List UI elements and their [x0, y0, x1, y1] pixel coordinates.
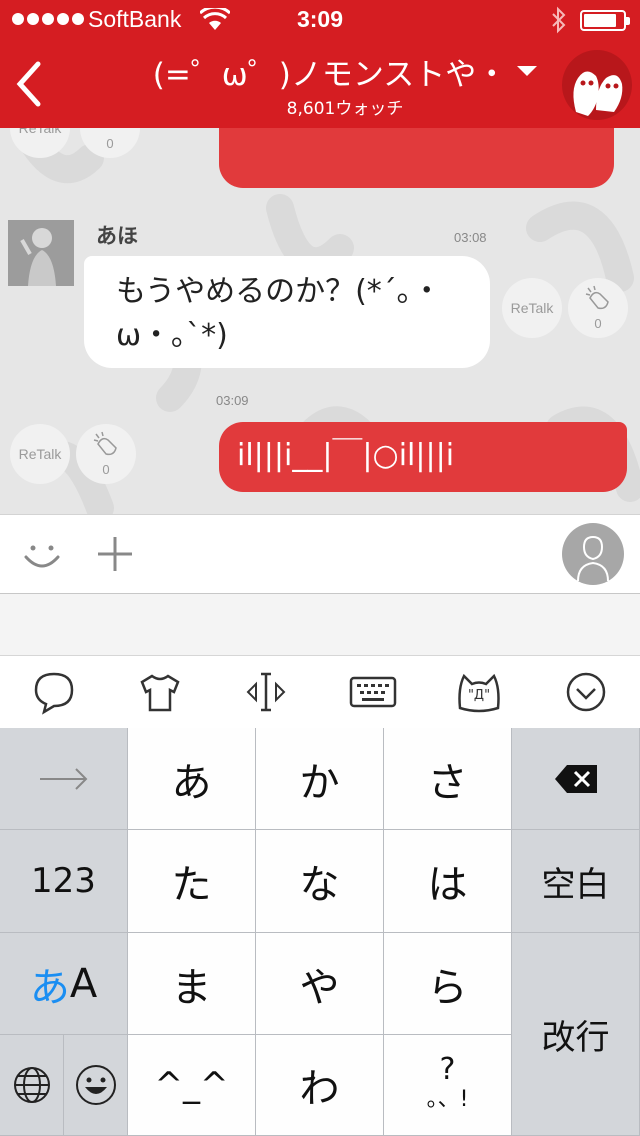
globe-key[interactable]: [0, 1035, 64, 1136]
message-time: 03:08: [454, 230, 487, 245]
emoji-key[interactable]: [64, 1035, 128, 1136]
cat-face-text: "Д": [467, 688, 491, 703]
key-ya[interactable]: や: [256, 933, 384, 1035]
emoji-icon: [75, 1065, 116, 1105]
cat-face-icon[interactable]: "Д": [456, 668, 502, 716]
key-kaomoji[interactable]: ^_^: [128, 1035, 256, 1136]
clap-icon: [585, 285, 609, 310]
room-title-button[interactable]: (=゜ω゜)ノモンストや・ 8,601ウォッチ: [150, 50, 540, 120]
message-text: il|||i__|￣|○il|||i: [237, 438, 455, 473]
message-text-line: もうやめるのか？(*´｡・: [116, 274, 442, 309]
room-title: (=゜ω゜)ノモンストや・: [152, 56, 508, 93]
clap-button[interactable]: 0: [76, 424, 136, 484]
key-sa[interactable]: さ: [384, 728, 512, 830]
text-input-field[interactable]: [0, 594, 640, 656]
key-wa[interactable]: わ: [256, 1035, 384, 1136]
incoming-message-bubble[interactable]: もうやめるのか？(*´｡・ ω・｡`*): [84, 256, 490, 368]
status-time: 3:09: [296, 6, 344, 32]
ghost-mascot-icon: [573, 71, 623, 116]
backspace-key[interactable]: [512, 728, 640, 830]
key-na[interactable]: な: [256, 830, 384, 933]
battery-icon: [580, 10, 630, 31]
keyboard-icon[interactable]: [348, 668, 398, 716]
smiley-icon[interactable]: [22, 535, 62, 575]
clap-button[interactable]: 0: [568, 278, 628, 338]
sender-name: あほ: [96, 224, 138, 248]
watch-count: 8,601ウォッチ: [286, 99, 404, 119]
chevron-down-circle-icon[interactable]: [562, 668, 610, 716]
app-header: SoftBank 3:09 (=゜ω゜)ノモンストや・ 8,601ウォッチ: [0, 0, 640, 128]
key-ha[interactable]: は: [384, 830, 512, 933]
speech-bubble-icon[interactable]: [30, 668, 78, 716]
retalk-button[interactable]: ReTalk: [10, 424, 70, 484]
arrow-right-icon: [39, 767, 87, 790]
outgoing-message-bubble[interactable]: il|||i__|￣|○il|||i: [219, 422, 627, 492]
chevron-left-icon[interactable]: [8, 56, 52, 112]
key-punctuation[interactable]: ? 。、!: [384, 1035, 512, 1136]
cursor-next-key[interactable]: [0, 728, 128, 830]
status-bar: SoftBank 3:09: [0, 0, 640, 40]
key-ka[interactable]: か: [256, 728, 384, 830]
kana-alpha-toggle-key[interactable]: あA: [0, 933, 128, 1035]
message-text-line: ω・｡`*): [116, 318, 228, 353]
plus-icon[interactable]: [96, 535, 134, 573]
room-avatar[interactable]: [562, 50, 632, 120]
return-key[interactable]: 改行: [512, 933, 640, 1136]
chat-area[interactable]: ReTalk 0 あほ 03:08 もうやめるのか？(*´｡・ ω・｡`*) R…: [0, 128, 640, 514]
message-time: 03:09: [216, 393, 249, 408]
key-ta[interactable]: た: [128, 830, 256, 933]
keyboard-toolbar: "Д": [0, 656, 640, 728]
clap-icon: [93, 431, 117, 456]
tshirt-icon[interactable]: [136, 668, 184, 716]
outgoing-message-bubble[interactable]: [219, 128, 614, 188]
message-input-bar: [0, 514, 640, 594]
cursor-icon[interactable]: [242, 668, 290, 716]
key-ma[interactable]: ま: [128, 933, 256, 1035]
key-ra[interactable]: ら: [384, 933, 512, 1035]
globe-icon: [13, 1067, 50, 1103]
space-key[interactable]: 空白: [512, 830, 640, 933]
number-mode-key[interactable]: 123: [0, 830, 128, 933]
bluetooth-icon: [552, 6, 566, 34]
sender-avatar[interactable]: [8, 220, 74, 286]
japanese-keyboard: あ か さ 123 た な は 空白 あA ま や ら 改行 ^_^ わ ? 。…: [0, 728, 640, 1136]
backspace-icon: [554, 764, 597, 793]
retalk-button[interactable]: ReTalk: [502, 278, 562, 338]
user-avatar-icon[interactable]: [562, 523, 624, 585]
caret-down-icon: [517, 66, 538, 76]
key-a[interactable]: あ: [128, 728, 256, 830]
